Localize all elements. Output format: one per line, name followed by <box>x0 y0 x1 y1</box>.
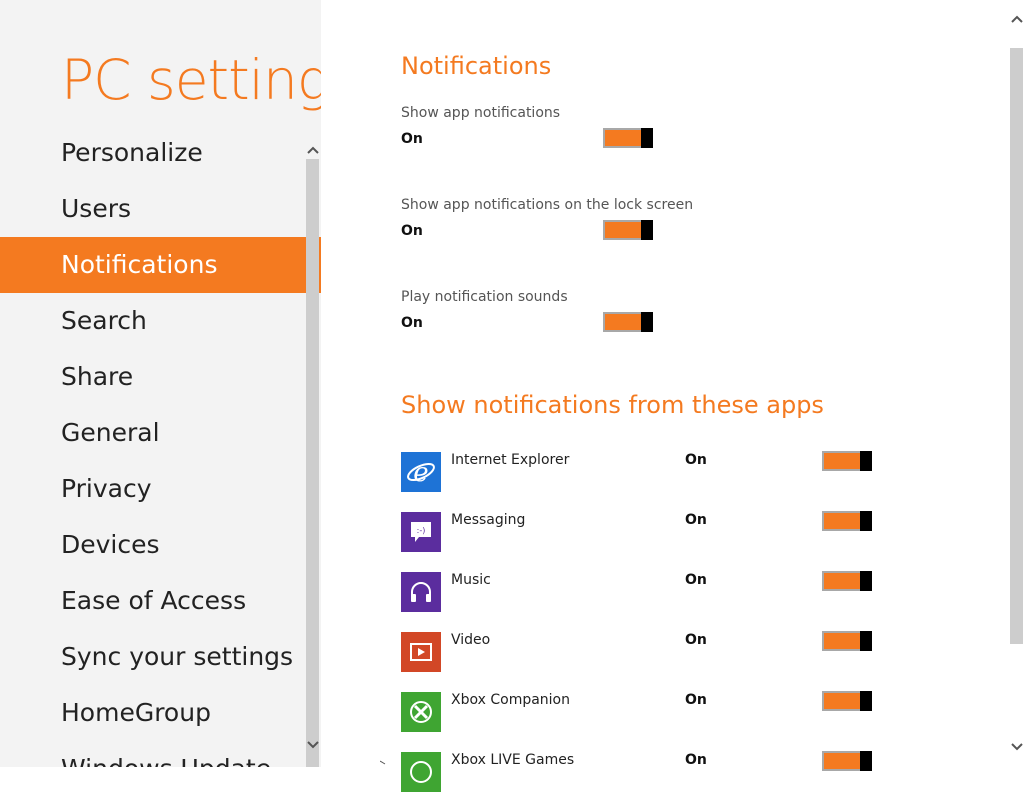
app-state: On <box>685 512 707 528</box>
video-toggle[interactable] <box>822 631 872 651</box>
video-play-icon <box>401 632 441 672</box>
app-row-music: Music On <box>401 571 881 612</box>
app-title: PC settings <box>61 48 321 112</box>
xbox-companion-toggle[interactable] <box>822 691 872 711</box>
scroll-down-arrow-icon[interactable] <box>304 736 321 753</box>
app-state: On <box>685 752 707 768</box>
nav-item-sync-settings[interactable]: Sync your settings <box>0 629 321 685</box>
toggle-knob <box>860 751 872 771</box>
app-name: Messaging <box>451 512 526 528</box>
show-app-notifications-state: On <box>401 131 423 147</box>
notification-sounds-label: Play notification sounds <box>401 289 568 305</box>
toggle-knob <box>860 571 872 591</box>
toggle-knob <box>860 511 872 531</box>
app-row-xbox-companion: Xbox Companion On <box>401 691 881 732</box>
lock-screen-notifications-toggle[interactable] <box>603 220 653 240</box>
toggle-knob <box>641 220 653 240</box>
lock-screen-notifications-state: On <box>401 223 423 239</box>
svg-text:e: e <box>413 458 428 487</box>
apps-section-heading: Show notifications from these apps <box>401 391 824 419</box>
app-row-internet-explorer: e Internet Explorer On <box>401 451 881 492</box>
app-name: Music <box>451 572 491 588</box>
notifications-heading: Notifications <box>401 52 552 80</box>
app-row-video: Video On <box>401 631 881 672</box>
music-toggle[interactable] <box>822 571 872 591</box>
toggle-track <box>822 691 864 711</box>
toggle-track <box>822 571 864 591</box>
xbox-icon <box>401 692 441 732</box>
messaging-toggle[interactable] <box>822 511 872 531</box>
nav-item-search[interactable]: Search <box>0 293 321 349</box>
app-state: On <box>685 692 707 708</box>
nav-scrollbar[interactable] <box>304 125 321 767</box>
toggle-track <box>822 511 864 531</box>
app-row-messaging: :-) Messaging On <box>401 511 881 552</box>
app-state: On <box>685 452 707 468</box>
nav-item-windows-update[interactable]: Windows Update <box>0 741 321 767</box>
nav-item-share[interactable]: Share <box>0 349 321 405</box>
content-scrollbar-thumb[interactable] <box>1010 48 1023 644</box>
nav-item-users[interactable]: Users <box>0 181 321 237</box>
nav-item-personalize[interactable]: Personalize <box>0 125 321 181</box>
app-state: On <box>685 632 707 648</box>
nav-item-homegroup[interactable]: HomeGroup <box>0 685 321 741</box>
toggle-track <box>822 751 864 771</box>
toggle-track <box>603 128 645 148</box>
nav-item-devices[interactable]: Devices <box>0 517 321 573</box>
scroll-up-arrow-icon[interactable] <box>1008 10 1025 27</box>
content-scrollbar[interactable] <box>1008 0 1025 767</box>
notifications-settings-pane: Notifications Show app notifications On … <box>321 0 1008 792</box>
app-name: Xbox LIVE Games <box>451 752 575 768</box>
show-app-notifications-toggle[interactable] <box>603 128 653 148</box>
nav-item-privacy[interactable]: Privacy <box>0 461 321 517</box>
toggle-track <box>603 220 645 240</box>
nav-item-notifications[interactable]: Notifications <box>0 237 321 293</box>
show-app-notifications-label: Show app notifications <box>401 105 561 121</box>
toggle-track <box>603 312 645 332</box>
xbox-games-icon <box>401 752 441 792</box>
scroll-up-arrow-icon[interactable] <box>304 141 321 158</box>
nav-item-general[interactable]: General <box>0 405 321 461</box>
internet-explorer-toggle[interactable] <box>822 451 872 471</box>
toggle-knob <box>860 451 872 471</box>
app-state: On <box>685 572 707 588</box>
nav-scrollbar-thumb[interactable] <box>306 159 319 767</box>
svg-text::-): :-) <box>417 526 426 535</box>
app-name: Xbox Companion <box>451 692 570 708</box>
messaging-icon: :-) <box>401 512 441 552</box>
toggle-knob <box>641 312 653 332</box>
notification-sounds-state: On <box>401 315 423 331</box>
nav-item-ease-of-access[interactable]: Ease of Access <box>0 573 321 629</box>
settings-nav-pane: PC settings Personalize Users Notificati… <box>0 0 321 767</box>
toggle-knob <box>860 691 872 711</box>
scroll-down-arrow-icon[interactable] <box>1008 738 1025 755</box>
settings-nav-list: Personalize Users Notifications Search S… <box>0 125 321 767</box>
toggle-knob <box>641 128 653 148</box>
toggle-track <box>822 631 864 651</box>
expand-marker-icon <box>380 760 386 765</box>
notification-sounds-toggle[interactable] <box>603 312 653 332</box>
app-name: Internet Explorer <box>451 452 570 468</box>
app-row-xbox-live-games: Xbox LIVE Games On <box>401 751 881 792</box>
headphones-icon <box>401 572 441 612</box>
toggle-knob <box>860 631 872 651</box>
toggle-track <box>822 451 864 471</box>
lock-screen-notifications-label: Show app notifications on the lock scree… <box>401 197 694 213</box>
internet-explorer-icon: e <box>401 452 441 492</box>
xbox-live-games-toggle[interactable] <box>822 751 872 771</box>
app-name: Video <box>451 632 491 648</box>
